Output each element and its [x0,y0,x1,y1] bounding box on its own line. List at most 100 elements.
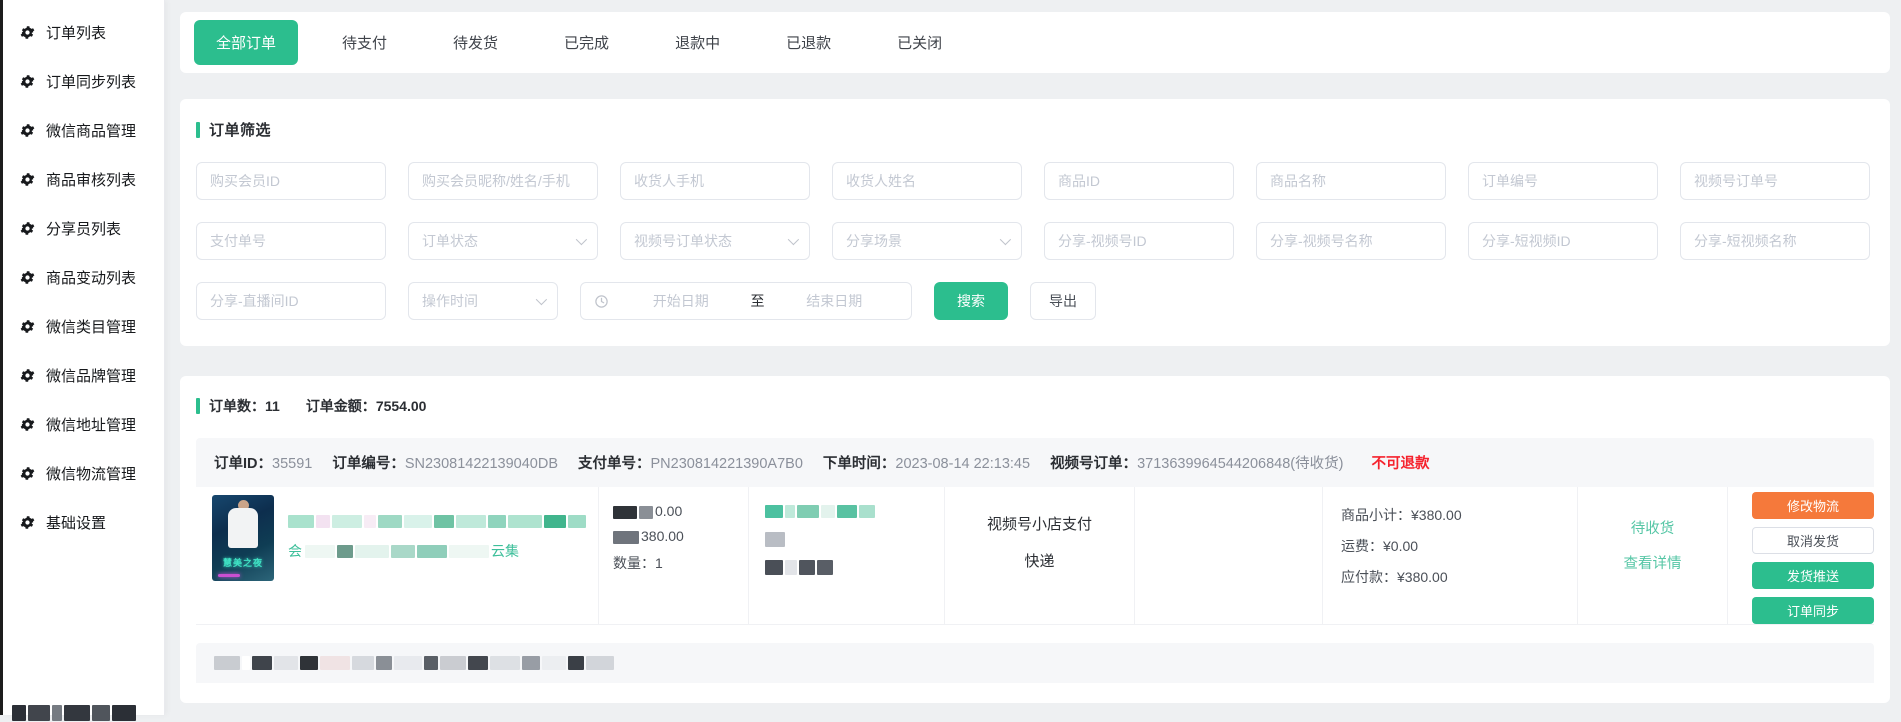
cancel-shipment-button[interactable]: 取消发货 [1752,527,1874,554]
sidebar-item-label: 商品变动列表 [46,267,136,288]
channels-order-value: 3713639964544206848(待收货) [1137,456,1343,472]
sidebar-item-sharer-list[interactable]: 分享员列表 [3,204,164,253]
next-order-card-clipped [196,643,1874,683]
order-card: 订单ID：35591 订单编号：SN23081422139040DB 支付单号：… [196,438,1874,625]
tab-closed[interactable]: 已关闭 [875,20,964,65]
order-amount-label: 订单金额： [306,398,376,414]
sidebar-item-wechat-address[interactable]: 微信地址管理 [3,400,164,449]
sidebar-item-label: 微信地址管理 [46,414,136,435]
order-status-select[interactable]: 订单状态 [408,222,598,260]
receiver-phone-input[interactable] [620,162,810,200]
share-live-room-id-input[interactable] [196,282,386,320]
tab-completed[interactable]: 已完成 [542,20,631,65]
order-number-input[interactable] [1468,162,1658,200]
sidebar-item-label: 订单列表 [46,22,106,43]
gear-icon [20,466,35,481]
sidebar-item-wechat-logistics[interactable]: 微信物流管理 [3,449,164,498]
amounts-cell: 商品小计：¥380.00 运费：¥0.00 应付款：¥380.00 [1323,487,1578,624]
sidebar-item-label: 商品审核列表 [46,169,136,190]
select-placeholder: 订单状态 [422,231,478,251]
sidebar-item-order-sync-list[interactable]: 订单同步列表 [3,57,164,106]
product-id-input[interactable] [1044,162,1234,200]
payable-line: 380.00 [613,528,740,544]
chevron-down-icon [1000,234,1011,245]
modify-logistics-button[interactable]: 修改物流 [1752,492,1874,519]
export-button[interactable]: 导出 [1030,282,1096,320]
tab-all-orders[interactable]: 全部订单 [194,20,298,65]
filter-section-title: 订单筛选 [196,119,1874,140]
order-status-tabs: 全部订单 待支付 待发货 已完成 退款中 已退款 已关闭 [180,12,1890,73]
redacted-footer-fragment [12,704,138,722]
buyer-nickname-input[interactable] [408,162,598,200]
section-accent-bar [196,398,200,414]
sidebar-item-product-review[interactable]: 商品审核列表 [3,155,164,204]
payment-number-input[interactable] [196,222,386,260]
tab-refunding[interactable]: 退款中 [653,20,742,65]
payment-number: 支付单号：PN230814221390A7B0 [578,452,803,473]
main-content: 全部订单 待支付 待发货 已完成 退款中 已退款 已关闭 订单筛选 订单状态 [180,0,1890,703]
view-detail-link[interactable]: 查看详情 [1624,552,1682,573]
clock-icon [594,294,609,309]
redacted-buyer-line-1 [765,503,936,518]
channels-order-number-input[interactable] [1680,162,1870,200]
order-id-label: 订单ID： [214,456,272,472]
price-quantity-cell: 0.00 380.00 数量：1 [599,487,749,624]
redacted-product-subtitle: 会云集 [288,541,588,556]
actions-cell: 修改物流 取消发货 发货推送 订单同步 [1728,487,1898,624]
start-date-placeholder: 开始日期 [617,291,745,311]
poster-figure [228,508,258,548]
sidebar-item-order-list[interactable]: 订单列表 [3,8,164,57]
chevron-down-icon [576,234,587,245]
tab-refunded[interactable]: 已退款 [764,20,853,65]
end-date-placeholder: 结束日期 [771,291,899,311]
share-short-video-name-input[interactable] [1680,222,1870,260]
date-range-picker[interactable]: 开始日期 至 结束日期 [580,282,912,320]
order-sync-button[interactable]: 订单同步 [1752,597,1874,624]
operation-time-select[interactable]: 操作时间 [408,282,558,320]
receiver-name-input[interactable] [832,162,1022,200]
order-count: 订单数：11 [209,396,280,416]
sidebar-item-label: 微信品牌管理 [46,365,136,386]
sidebar-item-wechat-product[interactable]: 微信商品管理 [3,106,164,155]
share-short-video-id-input[interactable] [1468,222,1658,260]
gear-icon [20,25,35,40]
payable-total-value: ¥380.00 [1397,569,1448,585]
order-amount: 订单金额：7554.00 [306,396,427,416]
redacted-buyer-line-2 [765,531,936,546]
sidebar-item-basic-settings[interactable]: 基础设置 [3,498,164,547]
order-number: 订单编号：SN23081422139040DB [332,452,558,473]
tab-pending-payment[interactable]: 待支付 [320,20,409,65]
tab-pending-shipment[interactable]: 待发货 [431,20,520,65]
sidebar-item-product-change[interactable]: 商品变动列表 [3,253,164,302]
product-name-input[interactable] [1256,162,1446,200]
order-time-value: 2023-08-14 22:13:45 [895,456,1030,472]
share-channels-name-input[interactable] [1256,222,1446,260]
order-time-label: 下单时间： [823,456,896,472]
window-left-edge [0,0,3,715]
order-number-label: 订单编号： [332,456,405,472]
sidebar-item-wechat-brand[interactable]: 微信品牌管理 [3,351,164,400]
redacted-order-meta-header [196,643,1874,683]
section-accent-bar [196,122,200,138]
buyer-member-id-input[interactable] [196,162,386,200]
payable-total-line: 应付款：¥380.00 [1341,567,1569,587]
payment-number-value: PN230814221390A7B0 [651,456,803,472]
order-meta-header: 订单ID：35591 订单编号：SN23081422139040DB 支付单号：… [196,438,1874,487]
select-placeholder: 视频号订单状态 [634,231,732,251]
order-id: 订单ID：35591 [214,452,312,473]
sidebar-item-wechat-category[interactable]: 微信类目管理 [3,302,164,351]
empty-cell [1135,487,1323,624]
filter-row-1 [196,162,1874,200]
shipping-method: 快递 [1024,550,1054,571]
payable-visible: 380.00 [641,528,684,544]
unit-price-line: 0.00 [613,503,740,519]
search-button[interactable]: 搜索 [934,282,1008,320]
payable-total-label: 应付款： [1341,569,1397,585]
share-scene-select[interactable]: 分享场景 [832,222,1022,260]
order-row: 慧美之夜 会云集 0.00 380.00 数量： [196,487,1874,625]
share-channels-id-input[interactable] [1044,222,1234,260]
shipping-fee-label: 运费： [1341,538,1383,554]
channels-order-status-select[interactable]: 视频号订单状态 [620,222,810,260]
shipment-push-button[interactable]: 发货推送 [1752,562,1874,589]
payment-method: 视频号小店支付 [987,513,1092,534]
